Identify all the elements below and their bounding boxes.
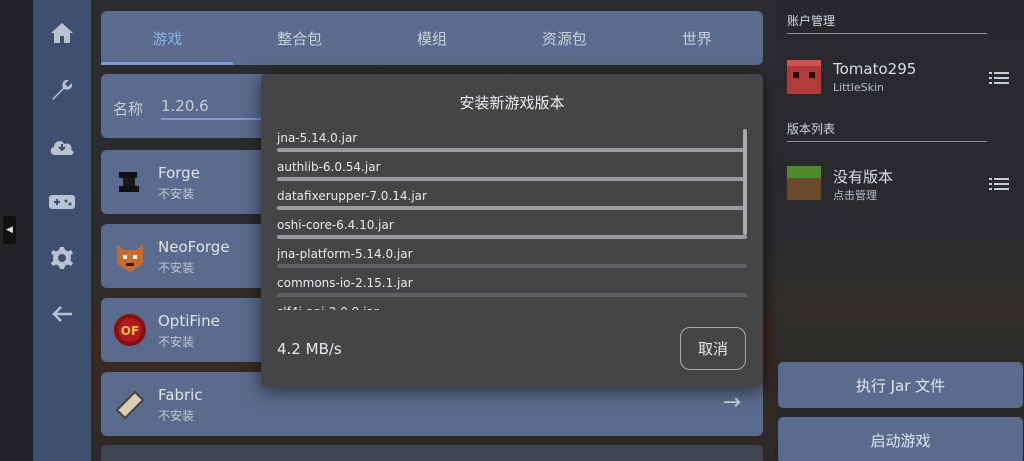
divider — [787, 33, 987, 34]
file-name: jna-platform-5.14.0.jar — [277, 247, 413, 261]
loader-name: NeoForge — [158, 238, 230, 256]
loader-name: Forge — [158, 164, 200, 182]
download-file-list[interactable]: jna-5.14.0.jar authlib-6.0.54.jar datafixe… — [277, 129, 747, 310]
neoforge-fox-icon — [113, 238, 147, 274]
loader-status: 不安装 — [158, 335, 195, 349]
file-progress-fill — [277, 235, 747, 239]
gear-icon[interactable] — [33, 238, 91, 278]
file-name: jna-5.14.0.jar — [277, 131, 358, 145]
next-loader-card-partial — [101, 445, 763, 461]
file-item: datafixerupper-7.0.14.jar — [277, 187, 747, 216]
version-subtitle: 点击管理 — [833, 189, 877, 202]
account-section-label: 账户管理 — [787, 14, 836, 28]
tab-worlds[interactable]: 世界 — [631, 11, 763, 65]
name-label: 名称 — [113, 100, 144, 118]
run-jar-button[interactable]: 执行 Jar 文件 — [778, 362, 1023, 408]
list-icon[interactable] — [989, 176, 1009, 190]
version-title: 没有版本 — [833, 168, 894, 186]
file-progress-bar — [277, 148, 747, 152]
file-progress-bar — [277, 206, 747, 210]
file-item: authlib-6.0.54.jar — [277, 158, 747, 187]
back-arrow-icon[interactable] — [33, 294, 91, 334]
tab-game[interactable]: 游戏 — [101, 11, 234, 65]
file-item: oshi-core-6.4.10.jar — [277, 216, 747, 245]
file-progress-fill — [277, 148, 747, 152]
loader-name: OptiFine — [158, 312, 220, 330]
file-name: oshi-core-6.4.10.jar — [277, 218, 394, 232]
list-icon[interactable] — [989, 70, 1009, 84]
file-progress-bar — [277, 293, 747, 297]
file-name: authlib-6.0.54.jar — [277, 160, 381, 174]
download-speed: 4.2 MB/s — [277, 340, 342, 358]
tab-mods[interactable]: 模组 — [366, 11, 498, 65]
optifine-icon: OF — [113, 312, 147, 348]
file-progress-bar — [277, 177, 747, 181]
file-name: datafixerupper-7.0.14.jar — [277, 189, 427, 203]
arrow-right-icon: → — [722, 390, 741, 415]
loader-name: Fabric — [158, 386, 203, 404]
divider — [787, 141, 987, 142]
loader-status: 不安装 — [158, 261, 195, 275]
install-dialog: 安装新游戏版本 jna-5.14.0.jar authlib-6.0.54.jar… — [261, 74, 763, 387]
file-item: jna-platform-5.14.0.jar — [277, 245, 747, 274]
grass-block-icon — [787, 166, 821, 200]
gamepad-icon[interactable] — [33, 182, 91, 222]
loader-status: 不安装 — [158, 409, 195, 423]
file-item: jna-5.14.0.jar — [277, 129, 747, 158]
avatar — [787, 60, 821, 94]
tab-resourcepacks[interactable]: 资源包 — [498, 11, 630, 65]
wrench-icon[interactable] — [33, 70, 91, 110]
tab-modpack[interactable]: 整合包 — [233, 11, 365, 65]
file-name: commons-io-2.15.1.jar — [277, 276, 413, 290]
cancel-button[interactable]: 取消 — [680, 327, 746, 370]
account-source: LittleSkin — [833, 81, 885, 94]
file-progress-fill — [277, 206, 747, 210]
edge-panel-handle[interactable]: ◀ — [3, 216, 16, 244]
file-item: commons-io-2.15.1.jar — [277, 274, 747, 303]
file-progress-bar — [277, 264, 747, 268]
sidebar — [33, 0, 91, 461]
launch-game-button[interactable]: 启动游戏 — [778, 417, 1023, 461]
tab-bar: 游戏 整合包 模组 资源包 世界 — [101, 11, 763, 65]
loader-status: 不安装 — [158, 187, 195, 201]
dialog-title: 安装新游戏版本 — [459, 94, 565, 112]
right-panel: 账户管理 Tomato295 LittleSkin 版本列表 没有版本 点击管理… — [775, 0, 1024, 461]
cloud-download-icon[interactable] — [33, 126, 91, 166]
home-icon[interactable] — [33, 13, 91, 53]
fabric-icon — [113, 386, 147, 422]
file-item: slf4j-api-2.0.9.jar — [277, 303, 747, 310]
file-progress-fill — [277, 177, 747, 181]
file-progress-bar — [277, 235, 747, 239]
version-section-label: 版本列表 — [787, 122, 836, 136]
file-name: slf4j-api-2.0.9.jar — [277, 305, 379, 310]
svg-text:OF: OF — [121, 324, 139, 338]
scrollbar[interactable] — [743, 129, 747, 235]
forge-icon — [113, 164, 147, 200]
account-name: Tomato295 — [833, 60, 917, 78]
